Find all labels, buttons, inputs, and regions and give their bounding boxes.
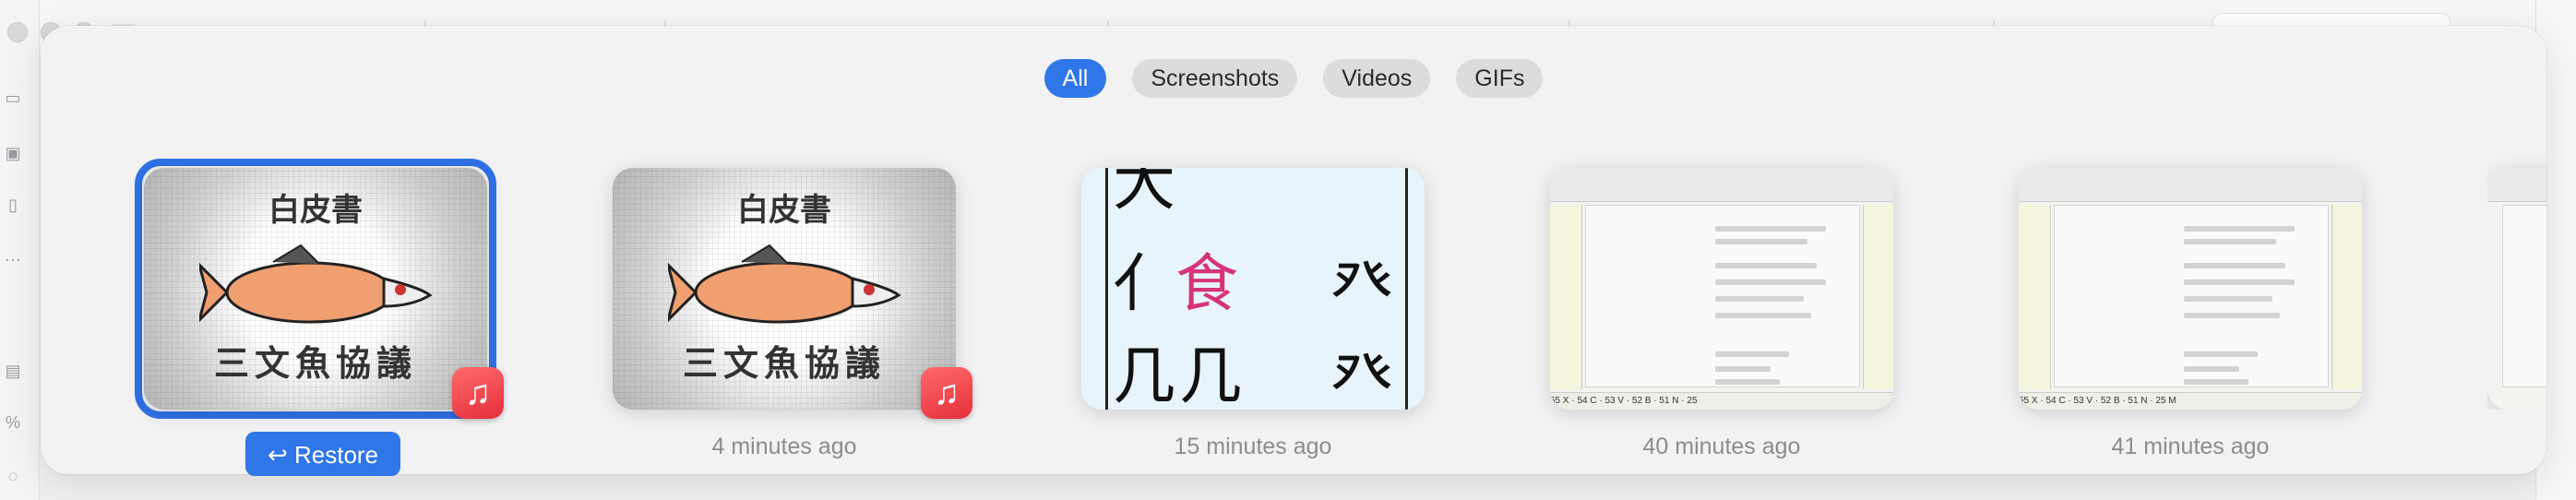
sidebar-icon: ▭: [5, 89, 21, 107]
timestamp: 41 minutes ago: [2111, 434, 2270, 459]
restore-button[interactable]: ↩ Restore: [245, 432, 400, 476]
thumbnail-title: 白皮書: [268, 192, 363, 229]
thumbnail[interactable]: 大 亻 食 癶 几 几 癶: [1081, 168, 1425, 410]
thumbnail-title: 白皮書: [737, 192, 831, 229]
history-item[interactable]: 55 X · 54 C · 53 V · 52 B · 51 N · 25 M …: [2019, 140, 2362, 459]
history-item[interactable]: 大 亻 食 癶 几 几 癶 15 minutes ago: [1081, 140, 1425, 459]
sidebar-icon: ▯: [8, 196, 18, 214]
sidebar-icon: ◌: [7, 467, 18, 485]
history-item-partial[interactable]: [2487, 140, 2546, 410]
history-item[interactable]: 白皮書 三文魚協議 ♫ ↩ Restore: [135, 140, 504, 476]
thumbnail-subtitle: 三文魚協議: [213, 342, 417, 384]
sidebar-icon: ▤: [5, 362, 21, 380]
filter-screenshots-button[interactable]: Screenshots: [1132, 59, 1298, 98]
window-close-button[interactable]: [7, 22, 28, 42]
filter-all-button[interactable]: All: [1044, 59, 1107, 98]
thumbnail[interactable]: 白皮書 三文魚協議: [613, 168, 956, 410]
timestamp: 15 minutes ago: [1174, 434, 1332, 459]
sidebar-icon: ⋯: [5, 251, 21, 269]
sidebar-icon: ▣: [5, 144, 21, 162]
salmon-image: [199, 244, 433, 324]
music-note-icon: ♫: [921, 367, 972, 419]
music-note-icon: ♫: [452, 367, 504, 419]
history-panel: All Screenshots Videos GIFs 白皮書 三文魚協議 ♫ …: [41, 26, 2546, 476]
thumbnail[interactable]: 55 X · 54 C · 53 V · 52 B · 51 N · 25 M: [2019, 168, 2362, 410]
sidebar-icon: %: [5, 413, 20, 432]
history-item[interactable]: 白皮書 三文魚協議 ♫ 4 minutes ago: [613, 140, 972, 459]
filter-gifs-button[interactable]: GIFs: [1456, 59, 1544, 98]
timestamp: 40 minutes ago: [1642, 434, 1801, 459]
filter-bar: All Screenshots Videos GIFs: [41, 59, 2546, 98]
history-item[interactable]: 55 X · 54 C · 53 V · 52 B · 51 N · 25 40…: [1550, 140, 1893, 459]
thumbnail[interactable]: 55 X · 54 C · 53 V · 52 B · 51 N · 25: [1550, 168, 1893, 410]
thumbnail[interactable]: 白皮書 三文魚協議: [144, 168, 487, 410]
salmon-image: [668, 244, 901, 324]
background-sidebar: ▭ ▣ ▯ ⋯ ▤ % ◌: [0, 0, 40, 500]
timestamp: 4 minutes ago: [711, 434, 857, 459]
thumbnail[interactable]: [2487, 168, 2546, 410]
thumbnail-subtitle: 三文魚協議: [682, 342, 886, 384]
filter-videos-button[interactable]: Videos: [1323, 59, 1431, 98]
